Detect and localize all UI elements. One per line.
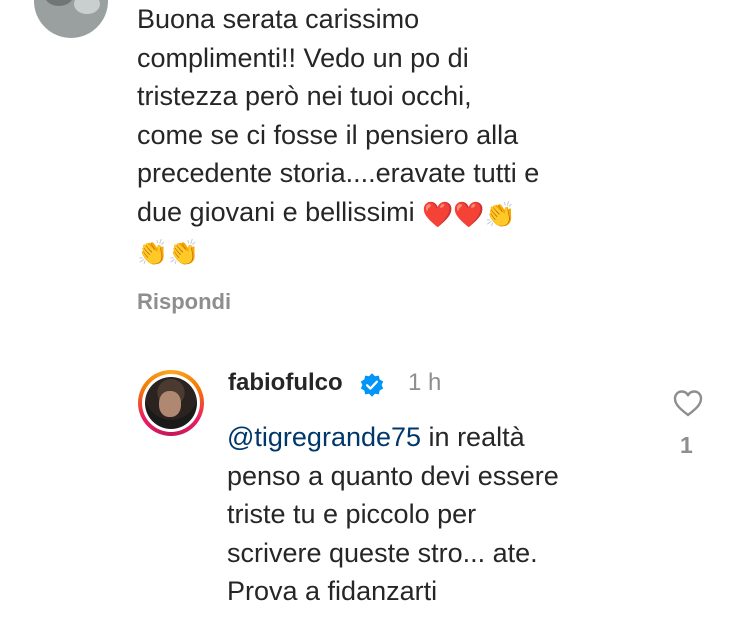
comment-line: tristezza però nei tuoi occhi,: [137, 81, 472, 111]
reply-avatar[interactable]: [138, 370, 204, 436]
avatar-highlight: [74, 0, 100, 14]
clapping-hands-emoji: 👏: [168, 239, 200, 267]
reply-button[interactable]: Rispondi: [137, 289, 231, 315]
avatar-photo: [145, 377, 197, 429]
mention-link[interactable]: @tigregrande75: [227, 422, 421, 452]
comment-line: 👏👏: [137, 231, 637, 270]
heart-icon[interactable]: [672, 388, 704, 418]
clapping-hands-emoji: 👏: [484, 200, 516, 229]
comment-text: Buona serata carissimo complimenti!! Ved…: [137, 0, 637, 270]
reply-line-text: in realtà: [421, 422, 525, 452]
avatar-shade: [44, 0, 74, 6]
reply-username[interactable]: fabiofulco: [228, 369, 343, 397]
heart-emoji: ❤️: [422, 200, 454, 229]
clapping-hands-emoji: 👏: [137, 239, 169, 267]
verified-badge-icon: [360, 373, 384, 397]
reply-line: scrivere queste stro... ate.: [227, 537, 538, 568]
comment-line: come se ci fosse il pensiero alla: [137, 119, 519, 150]
heart-emoji: ❤️: [453, 200, 485, 229]
reply-line: penso a quanto devi essere: [227, 460, 559, 491]
timestamp: 1 h: [408, 369, 442, 396]
comment-line: Buona serata carissimo: [137, 4, 420, 34]
avatar-face: [159, 391, 181, 417]
comment-line: due giovani e bellissimi ❤️❤️👏: [137, 193, 637, 232]
commenter-avatar[interactable]: [34, 0, 108, 38]
reply-line: Prova a fidanzarti: [227, 576, 438, 606]
like-count: 1: [680, 432, 693, 458]
reply-line: @tigregrande75 in realtà: [227, 418, 647, 457]
comment-line: precedente storia....eravate tutti e: [137, 158, 540, 188]
comment-line-text: due giovani e bellissimi: [137, 196, 415, 227]
reply-line: triste tu e piccolo per: [227, 499, 477, 529]
reply-text: @tigregrande75 in realtà penso a quanto …: [227, 418, 647, 611]
comment-line: complimenti!! Vedo un po di: [137, 42, 469, 73]
